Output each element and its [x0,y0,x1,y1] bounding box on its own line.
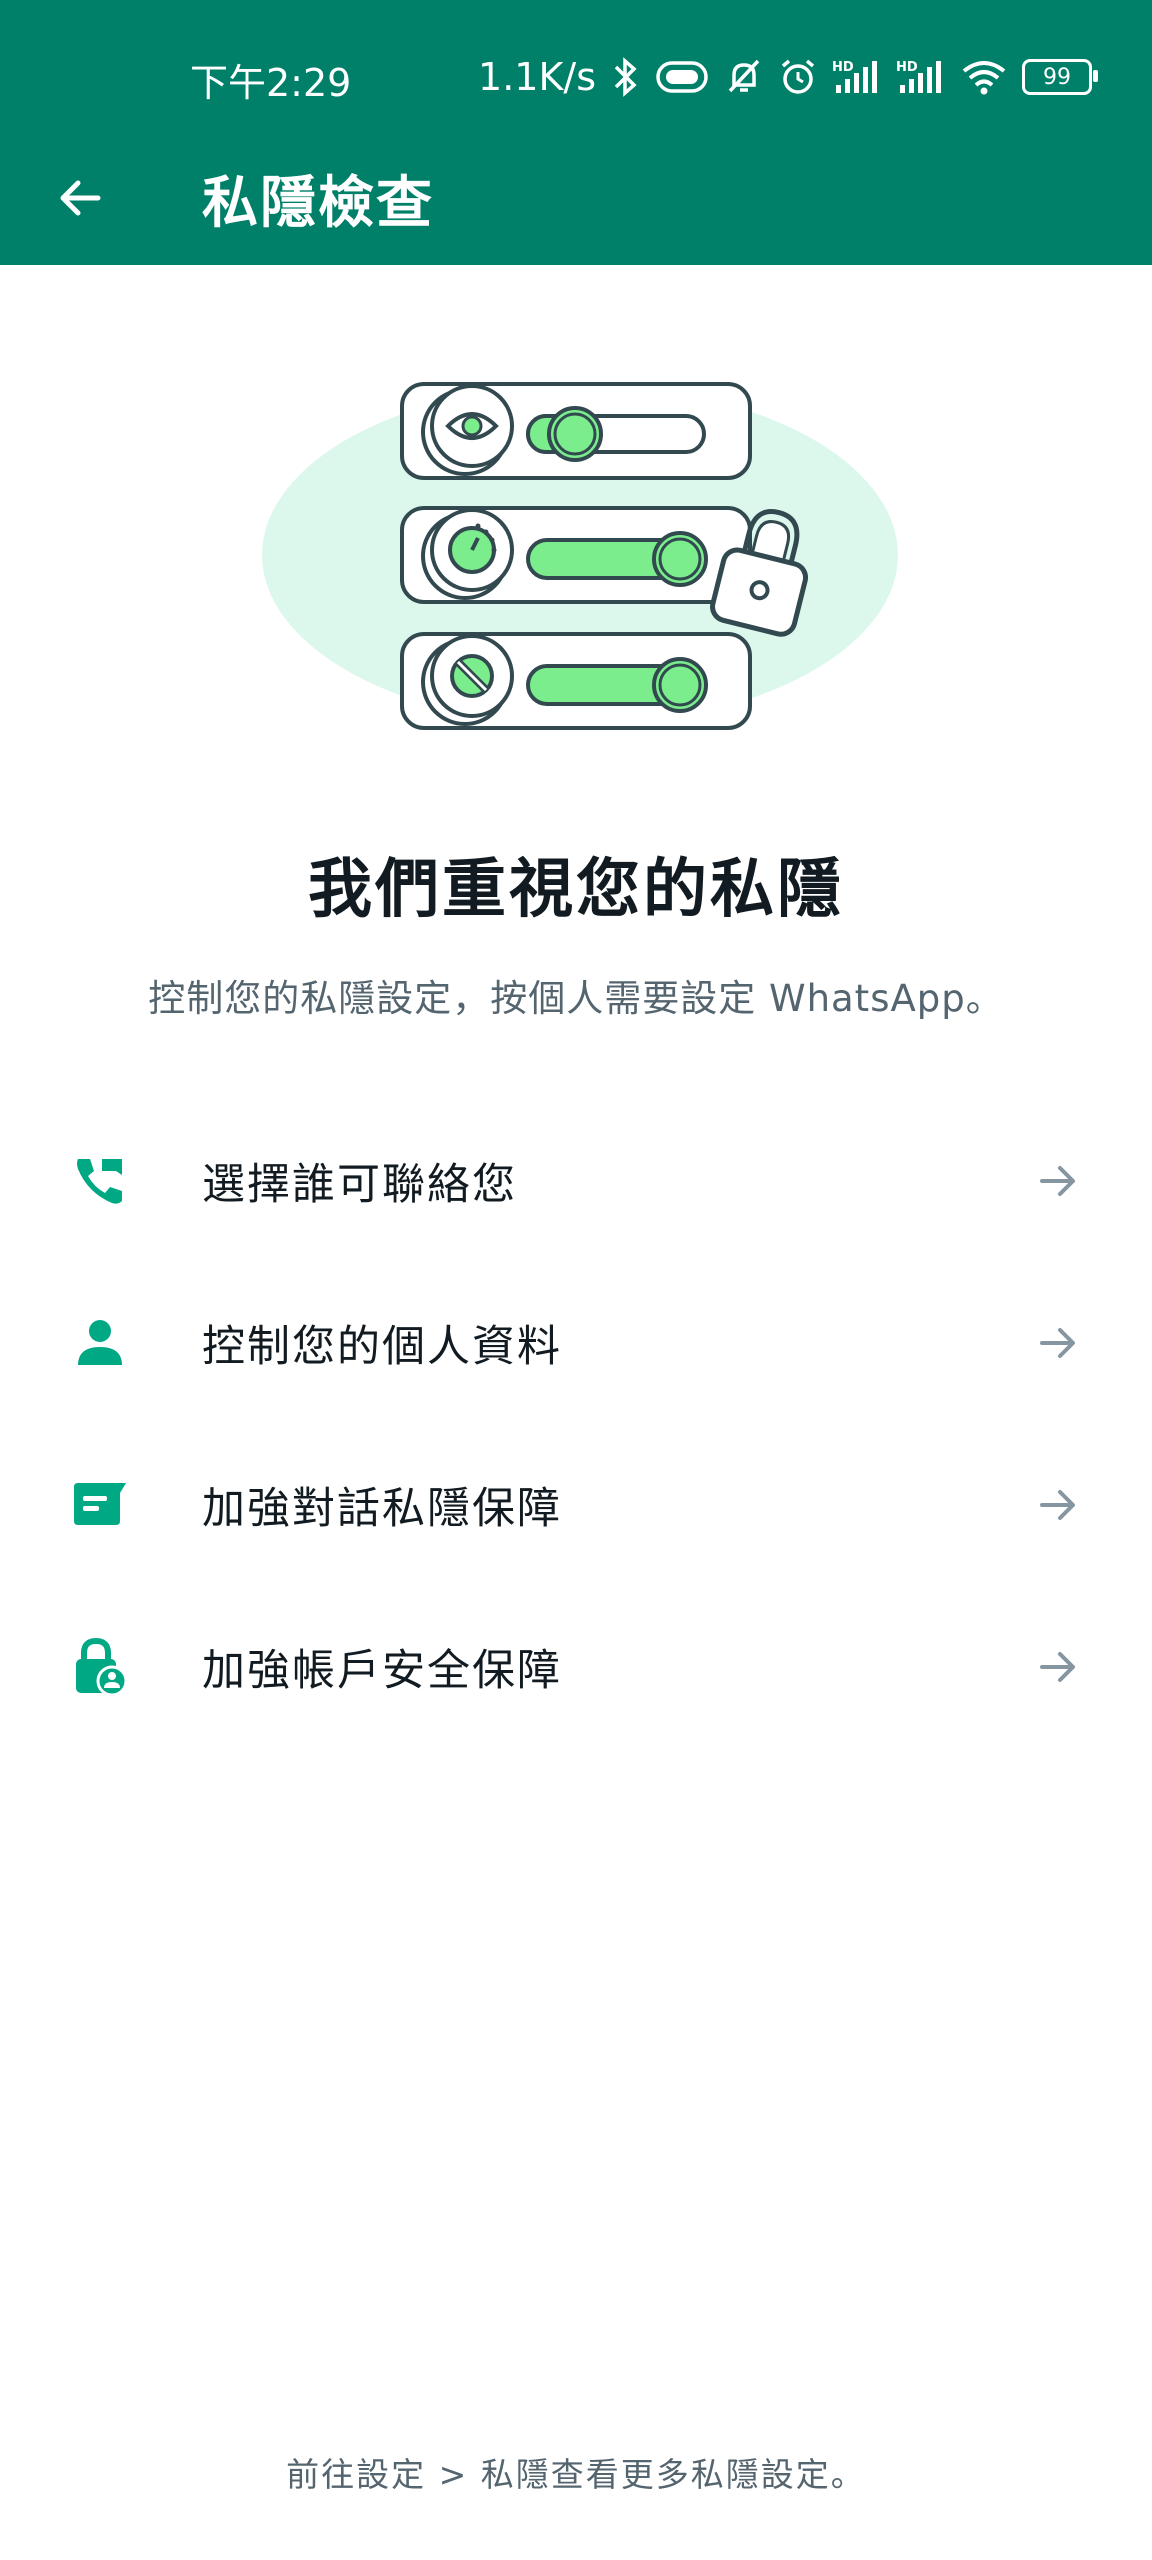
arrow-right-icon [1040,1490,1075,1520]
arrow-right-icon [1040,1166,1075,1196]
svg-text:HD: HD [896,60,918,75]
arrow-right-icon [1040,1652,1075,1682]
menu-item-account-security[interactable]: 加強帳戶安全保障 [0,1586,1152,1748]
alarm-icon [778,57,818,97]
toggle-row-block [400,632,752,730]
page-title: 私隱檢查 [202,171,434,236]
status-bar: 下午2:29 1.1K/s HD HD 99 [0,0,1152,150]
status-icons: 1.1K/s HD HD 99 [478,52,1098,102]
back-button[interactable] [42,160,118,236]
hd-signal-icon: HD [832,57,882,97]
menu-item-contact[interactable]: 選擇誰可聯絡您 [0,1100,1152,1262]
battery-icon: 99 [1022,59,1098,95]
account-lock-icon [68,1635,132,1699]
menu-item-personal-info[interactable]: 控制您的個人資料 [0,1262,1152,1424]
settings-hint: 前往設定 > 私隱查看更多私隱設定。 [286,2455,866,2494]
phone-contact-icon [68,1149,132,1213]
privacy-menu: 選擇誰可聯絡您 控制您的個人資料 加強對話私隱保障 加強帳戶安全保障 [0,1100,1152,1748]
battery-level: 99 [1043,64,1071,90]
privacy-headline: 我們重視您的私隱 [308,853,844,927]
status-time: 下午2:29 [190,61,352,105]
vibrate-icon [654,57,710,97]
chat-icon [68,1473,132,1537]
svg-text:HD: HD [832,60,854,75]
menu-item-label: 控制您的個人資料 [202,1322,562,1372]
mute-icon [724,57,764,97]
privacy-illustration [262,382,898,730]
app-bar: 私隱檢查 [0,130,1152,265]
menu-item-label: 加強帳戶安全保障 [202,1646,562,1696]
privacy-description: 控制您的私隱設定，按個人需要設定 WhatsApp。 [148,977,1004,1020]
toggle-row-timer [400,506,752,604]
toggle-row-eye [400,382,752,480]
menu-item-label: 加強對話私隱保障 [202,1484,562,1534]
bluetooth-icon [610,57,640,97]
person-icon [68,1311,132,1375]
menu-item-chat-privacy[interactable]: 加強對話私隱保障 [0,1424,1152,1586]
arrow-right-icon [1040,1328,1075,1358]
menu-item-label: 選擇誰可聯絡您 [202,1160,517,1210]
arrow-left-icon [60,180,101,216]
wifi-icon [960,57,1008,97]
hd-signal-icon: HD [896,57,946,97]
network-speed: 1.1K/s [478,55,596,99]
